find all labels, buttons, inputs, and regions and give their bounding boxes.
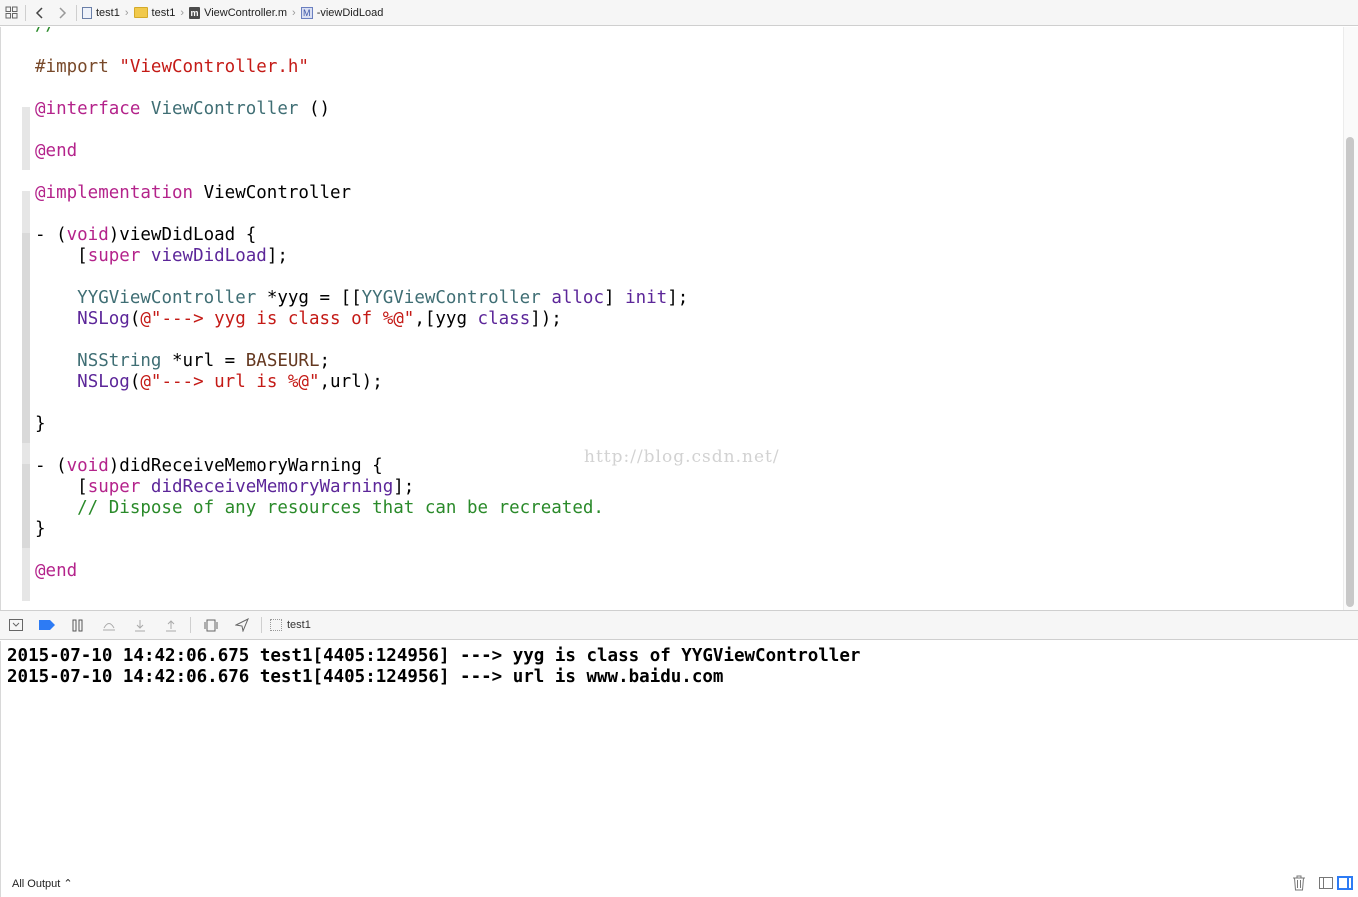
- trash-icon[interactable]: [1292, 875, 1306, 892]
- crumb-label: test1: [96, 6, 120, 19]
- crumb-label: ViewController.m: [204, 6, 288, 19]
- console-line: 2015-07-10 14:42:06.676 test1[4405:12495…: [7, 667, 724, 687]
- crumb-file[interactable]: m ViewController.m: [187, 6, 289, 19]
- step-over-icon[interactable]: [93, 611, 124, 639]
- breakpoints-icon[interactable]: [31, 611, 62, 639]
- fold-ribbon[interactable]: [22, 233, 30, 443]
- separator: [261, 617, 262, 633]
- separator: [76, 4, 77, 21]
- target-label: test1: [287, 619, 311, 631]
- target-selector[interactable]: test1: [266, 619, 311, 631]
- jump-bar: test1 › test1 › m ViewController.m › M -…: [0, 0, 1358, 26]
- watermark-text: http://blog.csdn.net/: [584, 447, 780, 467]
- show-console-view-icon[interactable]: [1337, 876, 1353, 890]
- code-text[interactable]: // #import "ViewController.h" @interface…: [35, 27, 688, 582]
- pause-icon[interactable]: [62, 611, 93, 639]
- target-app-icon: [270, 619, 282, 631]
- fold-ribbon[interactable]: [22, 464, 30, 548]
- source-editor[interactable]: // #import "ViewController.h" @interface…: [0, 27, 1358, 610]
- folder-icon: [133, 7, 148, 18]
- separator: [25, 4, 26, 21]
- objc-file-icon: m: [189, 6, 201, 19]
- view-hierarchy-icon[interactable]: [195, 611, 226, 639]
- scrollbar-thumb[interactable]: [1346, 137, 1354, 607]
- crumb-project[interactable]: test1: [80, 6, 122, 19]
- project-file-icon: [82, 6, 92, 19]
- crumb-label: -viewDidLoad: [316, 6, 384, 19]
- step-into-icon[interactable]: [124, 611, 155, 639]
- crumb-chevron-icon: ›: [124, 6, 129, 19]
- fold-ribbon[interactable]: [22, 107, 30, 170]
- hide-debug-area-icon[interactable]: [0, 611, 31, 639]
- crumb-label: test1: [151, 6, 176, 19]
- show-variables-view-icon[interactable]: [1319, 877, 1333, 889]
- crumb-group[interactable]: test1: [132, 7, 178, 19]
- console-footer: All Output ⌃: [0, 871, 1358, 897]
- related-items-icon[interactable]: [0, 2, 22, 24]
- crumb-chevron-icon: ›: [292, 6, 296, 19]
- simulate-location-icon[interactable]: [226, 611, 257, 639]
- back-chevron-icon[interactable]: [29, 2, 51, 24]
- method-icon: M: [300, 6, 313, 19]
- debug-bar: test1: [0, 610, 1358, 640]
- console-output[interactable]: 2015-07-10 14:42:06.675 test1[4405:12495…: [0, 641, 1358, 871]
- crumb-chevron-icon: ›: [180, 6, 185, 19]
- forward-chevron-icon[interactable]: [51, 2, 73, 24]
- output-filter-popup[interactable]: All Output ⌃: [12, 877, 73, 890]
- separator: [190, 617, 191, 633]
- step-out-icon[interactable]: [155, 611, 186, 639]
- editor-left-border: [0, 27, 1, 610]
- crumb-method[interactable]: M -viewDidLoad: [299, 6, 386, 19]
- console-line: 2015-07-10 14:42:06.675 test1[4405:12495…: [7, 646, 861, 666]
